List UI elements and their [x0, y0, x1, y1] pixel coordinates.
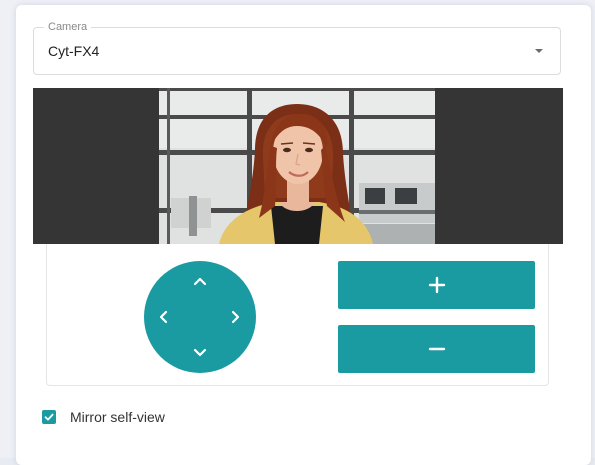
camera-settings-panel: Camera Cyt-FX4 Mirror self-view	[16, 5, 591, 465]
video-preview	[33, 88, 563, 244]
caret-down-icon[interactable]	[535, 49, 543, 53]
checkmark-icon	[44, 413, 54, 421]
person-photo	[159, 88, 435, 244]
mirror-checkbox[interactable]	[42, 410, 56, 424]
chevron-up-icon[interactable]	[188, 269, 212, 293]
mirror-self-view-label: Mirror self-view	[70, 409, 165, 425]
zoom-out-button[interactable]	[338, 325, 535, 373]
plus-icon	[428, 276, 446, 294]
camera-select[interactable]: Camera Cyt-FX4	[33, 19, 561, 75]
zoom-in-button[interactable]	[338, 261, 535, 309]
window-background: Camera Cyt-FX4 Mirror self-view	[0, 0, 595, 465]
minus-icon	[428, 347, 446, 351]
ptz-controls	[46, 244, 549, 386]
self-view-image	[159, 88, 435, 244]
chevron-left-icon[interactable]	[151, 305, 175, 329]
camera-select-value: Cyt-FX4	[48, 43, 100, 59]
direction-pad	[144, 261, 256, 373]
chevron-right-icon[interactable]	[224, 305, 248, 329]
chevron-down-icon[interactable]	[188, 341, 212, 365]
camera-select-label: Camera	[44, 19, 92, 35]
